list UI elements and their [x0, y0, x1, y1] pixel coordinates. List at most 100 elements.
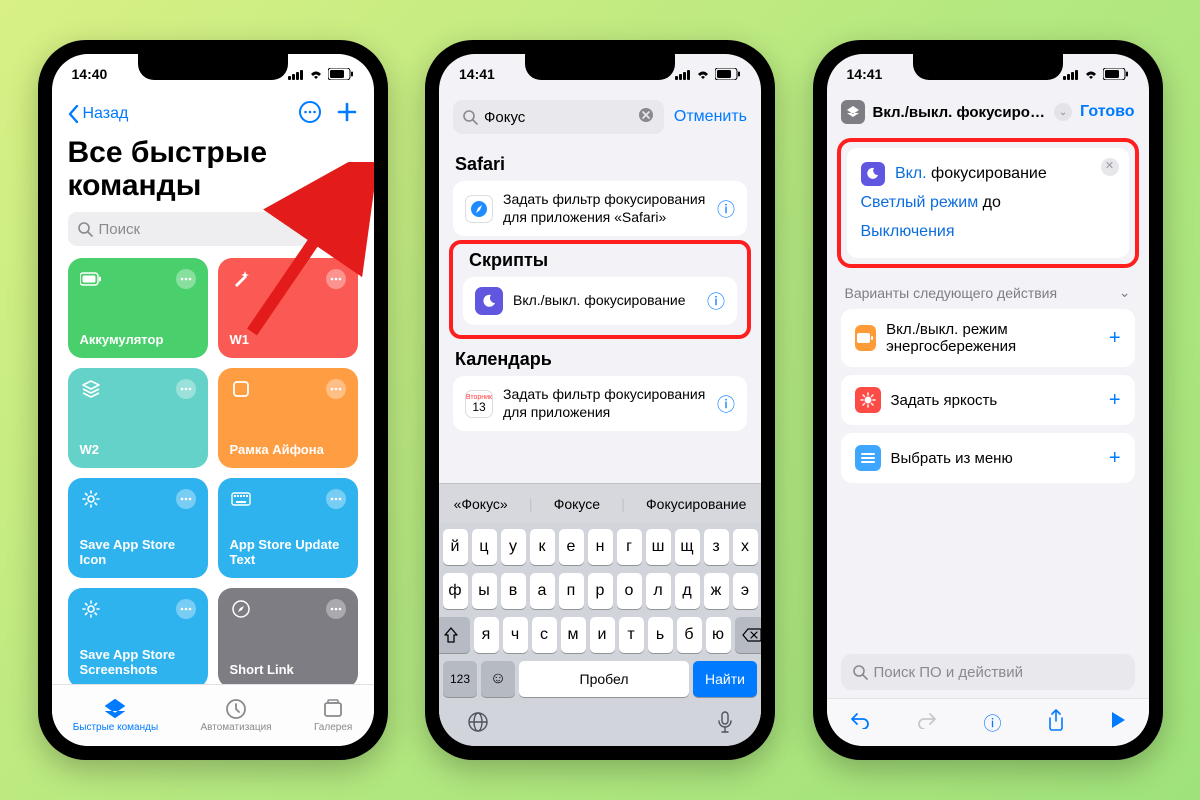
tile-short-link[interactable]: Short Link [218, 588, 358, 684]
tile-more-icon[interactable] [326, 379, 346, 399]
key-о[interactable]: о [617, 573, 642, 609]
key-г[interactable]: г [617, 529, 642, 565]
clear-icon[interactable] [638, 107, 654, 127]
tile-more-icon[interactable] [326, 269, 346, 289]
key-э[interactable]: э [733, 573, 758, 609]
next-actions-label: Варианты следующего действия [845, 285, 1058, 301]
tile-frame[interactable]: Рамка Айфона [218, 368, 358, 468]
key-123[interactable]: 123 [443, 661, 477, 697]
tile-more-icon[interactable] [326, 489, 346, 509]
suggestion[interactable]: Фокусирование [638, 496, 754, 512]
tab-automation[interactable]: Автоматизация [201, 698, 272, 733]
more-button[interactable] [298, 100, 322, 129]
key-я[interactable]: я [474, 617, 499, 653]
shortcut-title[interactable]: Вкл./выкл. фокусирован… [873, 104, 1047, 121]
key-ы[interactable]: ы [472, 573, 497, 609]
key-ф[interactable]: ф [443, 573, 468, 609]
tile-more-icon[interactable] [176, 489, 196, 509]
chevron-down-icon[interactable]: ⌄ [1054, 103, 1072, 121]
key-б[interactable]: б [677, 617, 702, 653]
done-button[interactable]: Готово [1080, 103, 1134, 121]
key-ш[interactable]: ш [646, 529, 671, 565]
key-ж[interactable]: ж [704, 573, 729, 609]
token-mode[interactable]: Светлый режим [861, 194, 979, 211]
cancel-button[interactable]: Отменить [674, 108, 747, 126]
tile-more-icon[interactable] [176, 269, 196, 289]
suggestion[interactable]: Фокусе [546, 496, 608, 512]
plus-icon[interactable]: + [1109, 389, 1121, 412]
tile-more-icon[interactable] [326, 599, 346, 619]
shortcut-icon[interactable] [841, 100, 865, 124]
tab-shortcuts[interactable]: Быстрые команды [73, 698, 158, 733]
action-calendar-filter[interactable]: Вторник13 Задать фильтр фокусирования дл… [453, 376, 747, 431]
key-м[interactable]: м [561, 617, 586, 653]
key-н[interactable]: н [588, 529, 613, 565]
info-icon[interactable]: ⓘ [717, 196, 735, 222]
key-т[interactable]: т [619, 617, 644, 653]
key-з[interactable]: з [704, 529, 729, 565]
suggestion-power[interactable]: Вкл./выкл. режим энергосбережения+ [841, 309, 1135, 367]
share-button[interactable] [1047, 709, 1065, 736]
key-е[interactable]: е [559, 529, 584, 565]
token-off[interactable]: Выключения [861, 223, 955, 240]
info-button[interactable]: ⓘ [983, 710, 1001, 736]
plus-icon[interactable]: + [1109, 447, 1121, 470]
run-button[interactable] [1110, 711, 1126, 734]
search-field[interactable]: Поиск [68, 212, 358, 246]
info-icon[interactable]: ⓘ [707, 288, 725, 314]
key-space[interactable]: Пробел [519, 661, 689, 697]
key-find[interactable]: Найти [693, 661, 757, 697]
search-input[interactable]: Фокус [453, 100, 664, 134]
key-ю[interactable]: ю [706, 617, 731, 653]
key-х[interactable]: х [733, 529, 758, 565]
key-emoji[interactable]: ☺ [481, 661, 515, 697]
action-card[interactable]: Вкл. фокусирование Светлый режим до Выкл… [847, 148, 1129, 258]
key-backspace[interactable] [735, 617, 762, 653]
key-п[interactable]: п [559, 573, 584, 609]
key-й[interactable]: й [443, 529, 468, 565]
cellular-icon [1063, 69, 1079, 80]
undo-button[interactable] [849, 711, 871, 734]
key-р[interactable]: р [588, 573, 613, 609]
token-on[interactable]: Вкл. [895, 165, 927, 182]
tile-w1[interactable]: W1 [218, 258, 358, 358]
suggestion[interactable]: «Фокус» [446, 496, 516, 512]
key-ь[interactable]: ь [648, 617, 673, 653]
nav-bar: Назад [52, 94, 374, 130]
tab-gallery[interactable]: Галерея [314, 698, 352, 733]
results-list[interactable]: Safari Задать фильтр фокусирования для п… [439, 144, 761, 483]
key-у[interactable]: у [501, 529, 526, 565]
key-с[interactable]: с [532, 617, 557, 653]
key-ч[interactable]: ч [503, 617, 528, 653]
back-button[interactable]: Назад [68, 105, 129, 123]
key-л[interactable]: л [646, 573, 671, 609]
key-и[interactable]: и [590, 617, 615, 653]
globe-icon[interactable] [467, 711, 489, 738]
key-щ[interactable]: щ [675, 529, 700, 565]
action-toggle-focus[interactable]: Вкл./выкл. фокусирование ⓘ [463, 277, 737, 325]
mic-icon[interactable] [717, 711, 733, 738]
action-safari-filter[interactable]: Задать фильтр фокусирования для приложен… [453, 181, 747, 236]
key-в[interactable]: в [501, 573, 526, 609]
key-д[interactable]: д [675, 573, 700, 609]
tile-save-icon[interactable]: Save App Store Icon [68, 478, 208, 578]
tile-accumulator[interactable]: Аккумулятор [68, 258, 208, 358]
tile-w2[interactable]: W2 [68, 368, 208, 468]
tile-more-icon[interactable] [176, 379, 196, 399]
plus-icon[interactable]: + [1109, 327, 1121, 350]
next-actions-header[interactable]: Варианты следующего действия ⌄ [827, 280, 1149, 309]
key-ц[interactable]: ц [472, 529, 497, 565]
remove-action-icon[interactable]: ✕ [1101, 158, 1119, 176]
tile-more-icon[interactable] [176, 599, 196, 619]
info-icon[interactable]: ⓘ [717, 391, 735, 417]
action-label: Вкл./выкл. фокусирование [513, 292, 697, 310]
suggestion-brightness[interactable]: Задать яркость+ [841, 375, 1135, 425]
add-button[interactable] [336, 101, 358, 128]
key-shift[interactable] [439, 617, 470, 653]
key-к[interactable]: к [530, 529, 555, 565]
suggestion-menu[interactable]: Выбрать из меню+ [841, 433, 1135, 483]
action-search[interactable]: Поиск ПО и действий [841, 654, 1135, 690]
tile-update-text[interactable]: App Store Update Text [218, 478, 358, 578]
key-а[interactable]: а [530, 573, 555, 609]
tile-screenshots[interactable]: Save App Store Screenshots [68, 588, 208, 684]
